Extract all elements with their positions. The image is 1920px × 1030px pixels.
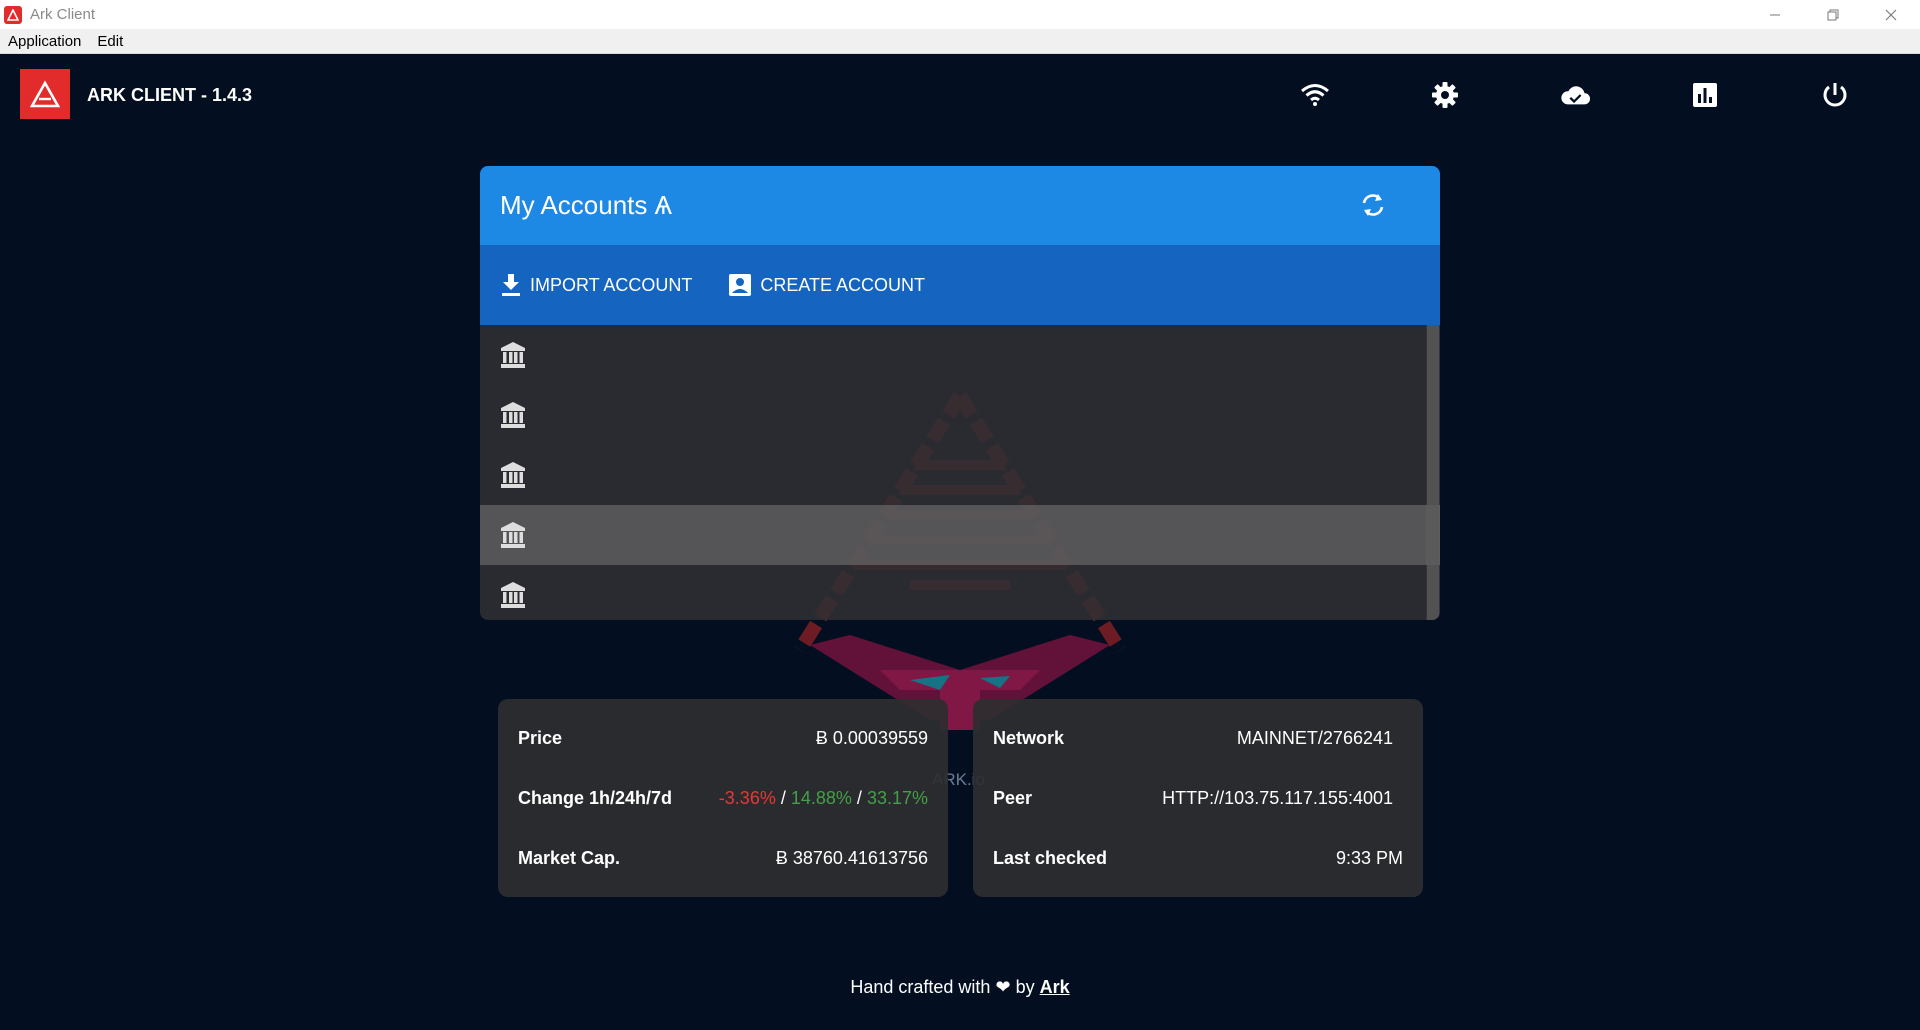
- marketcap-value: Ƀ 38760.41613756: [775, 847, 928, 868]
- import-account-button[interactable]: IMPORT ACCOUNT: [500, 273, 692, 297]
- refresh-icon[interactable]: [1356, 188, 1390, 222]
- download-icon: [502, 274, 520, 296]
- wifi-icon[interactable]: [1299, 79, 1331, 111]
- account-row-highlighted[interactable]: [480, 505, 1440, 565]
- chart-icon[interactable]: [1689, 79, 1721, 111]
- change-separator: /: [851, 787, 867, 808]
- price-row: Price Ƀ 0.00039559: [518, 708, 928, 768]
- footer: Hand crafted with ❤ by Ark: [0, 977, 1920, 998]
- change-separator: /: [775, 787, 791, 808]
- footer-text: Hand crafted with: [850, 977, 991, 997]
- account-row[interactable]: [480, 565, 1440, 620]
- bank-icon: [501, 342, 525, 368]
- bank-icon: [501, 462, 525, 488]
- bank-icon: [501, 582, 525, 608]
- price-value: Ƀ 0.00039559: [815, 727, 928, 748]
- app-header: ARK CLIENT - 1.4.3: [0, 54, 1920, 136]
- menu-application[interactable]: Application: [0, 33, 89, 50]
- peer-row: Peer HTTP://103.75.117.155:4001: [993, 768, 1403, 828]
- ark-logo[interactable]: [20, 69, 70, 119]
- create-account-button[interactable]: CREATE ACCOUNT: [728, 273, 925, 297]
- network-info-card: Network MAINNET/2766241 Peer HTTP://103.…: [973, 699, 1423, 897]
- cloud-done-icon[interactable]: [1559, 79, 1591, 111]
- last-checked-row: Last checked 9:33 PM: [993, 828, 1403, 888]
- ark-link[interactable]: Ark: [1040, 977, 1070, 997]
- settings-icon[interactable]: [1429, 79, 1461, 111]
- last-checked-label: Last checked: [993, 847, 1108, 868]
- ark-app-icon: [4, 5, 22, 24]
- accounts-card: My Accounts Ѧ IMPORT ACCOUNT CREATE ACCO…: [480, 166, 1440, 620]
- window-title: Ark Client: [30, 6, 96, 23]
- change-24h: 14.88%: [790, 787, 852, 808]
- bank-icon: [501, 402, 525, 428]
- close-button[interactable]: [1862, 0, 1920, 29]
- marketcap-label: Market Cap.: [518, 847, 621, 868]
- bank-icon: [501, 522, 525, 548]
- network-label: Network: [993, 727, 1065, 748]
- change-label: Change 1h/24h/7d: [518, 787, 673, 808]
- marketcap-row: Market Cap. Ƀ 38760.41613756: [518, 828, 928, 888]
- price-label: Price: [518, 727, 563, 748]
- network-value: MAINNET/2766241: [1236, 727, 1393, 748]
- peer-value: HTTP://103.75.117.155:4001: [1162, 787, 1393, 808]
- account-box-icon: [729, 274, 752, 296]
- accounts-scrollbar[interactable]: [1426, 325, 1440, 620]
- menu-bar: Application Edit: [0, 29, 1920, 54]
- account-row[interactable]: [480, 385, 1440, 445]
- peer-label: Peer: [993, 787, 1033, 808]
- change-row: Change 1h/24h/7d -3.36% / 14.88% / 33.17…: [518, 768, 928, 828]
- account-row[interactable]: [480, 445, 1440, 505]
- accounts-list: [480, 325, 1440, 620]
- heart-icon: ❤: [995, 977, 1011, 997]
- change-1h: -3.36%: [718, 787, 776, 808]
- accounts-header: My Accounts Ѧ: [480, 166, 1440, 245]
- create-account-label: CREATE ACCOUNT: [760, 274, 926, 295]
- menu-edit[interactable]: Edit: [89, 33, 131, 50]
- app-title: ARK CLIENT - 1.4.3: [87, 85, 253, 105]
- account-row[interactable]: [480, 325, 1440, 385]
- last-checked-value: 9:33 PM: [1335, 847, 1403, 868]
- accounts-actions: IMPORT ACCOUNT CREATE ACCOUNT: [480, 245, 1440, 325]
- change-7d: 33.17%: [866, 787, 928, 808]
- market-info-card: Price Ƀ 0.00039559 Change 1h/24h/7d -3.3…: [498, 699, 948, 897]
- accounts-title: My Accounts Ѧ: [500, 190, 672, 220]
- footer-by: by: [1015, 977, 1035, 997]
- accounts-scrollbar-thumb[interactable]: [1427, 325, 1439, 620]
- restore-button[interactable]: [1804, 0, 1862, 29]
- network-row: Network MAINNET/2766241: [993, 708, 1403, 768]
- import-account-label: IMPORT ACCOUNT: [530, 274, 693, 295]
- minimize-button[interactable]: [1746, 0, 1804, 29]
- change-values: -3.36% / 14.88% / 33.17%: [719, 788, 928, 809]
- power-icon[interactable]: [1819, 79, 1851, 111]
- window-titlebar: Ark Client: [0, 0, 1920, 29]
